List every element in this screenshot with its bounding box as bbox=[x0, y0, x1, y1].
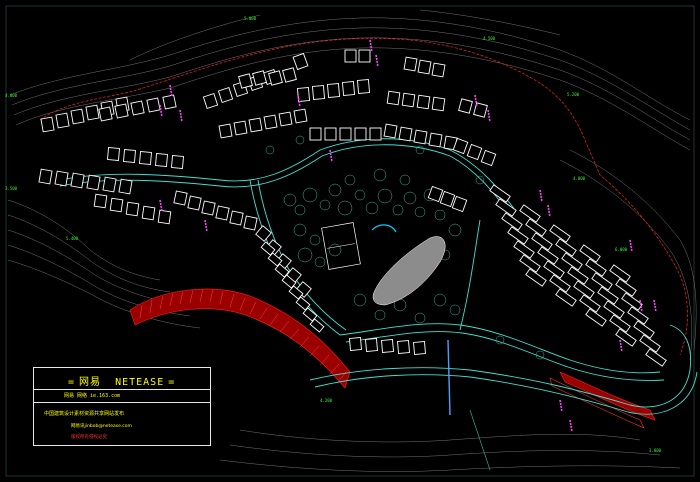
title-block-header: = 网易 NETEASE = bbox=[34, 368, 210, 390]
villa-footprint bbox=[98, 106, 113, 122]
villa-footprint bbox=[413, 129, 428, 145]
villa-footprint bbox=[473, 102, 488, 118]
elevation-label: 5.000 bbox=[244, 16, 257, 21]
villa-footprint bbox=[187, 195, 202, 211]
villa-footprint bbox=[398, 126, 413, 142]
villa-footprint bbox=[229, 210, 244, 226]
villa-footprint bbox=[86, 174, 101, 191]
villa-footprint bbox=[383, 123, 398, 139]
villa-footprint bbox=[173, 190, 188, 206]
villa-footprint bbox=[413, 341, 426, 355]
title-block-desc: 中国建筑设计素材资源共享网站发布 bbox=[44, 411, 125, 417]
villa-footprint bbox=[268, 70, 283, 86]
villa-footprint bbox=[201, 200, 216, 216]
elevation-label: 5.200 bbox=[567, 92, 580, 97]
villa-footprint bbox=[54, 170, 69, 187]
brand-cn: 网易 bbox=[79, 377, 102, 388]
villa-footprint bbox=[365, 338, 378, 352]
villa-footprint bbox=[278, 111, 293, 127]
villa-footprint bbox=[85, 104, 100, 121]
site-line: 网易 网络 ie.163.com bbox=[64, 393, 121, 399]
villa-footprint bbox=[109, 197, 124, 213]
villa-footprint bbox=[381, 339, 394, 353]
villa-footprint bbox=[341, 81, 356, 96]
villa-footprint bbox=[70, 108, 85, 125]
villa-footprint bbox=[282, 67, 297, 83]
villa-footprint bbox=[107, 147, 120, 161]
villa-footprint bbox=[162, 94, 177, 110]
villa-footprint bbox=[146, 97, 161, 113]
title-block: = 网易 NETEASE = 网易 网络 ie.163.com 中国建筑设计素材资源… bbox=[33, 367, 211, 446]
villa-footprint bbox=[428, 132, 443, 148]
villa-footprint bbox=[386, 90, 401, 106]
villa-footprint bbox=[431, 96, 446, 112]
elevation-label: 4.500 bbox=[483, 36, 496, 41]
villa-footprint bbox=[344, 49, 357, 63]
villa-footprint bbox=[171, 155, 184, 169]
brand-name: = 网易 NETEASE = bbox=[68, 377, 176, 388]
title-block-contact: 网易讯jinbob@netease.com bbox=[71, 424, 132, 429]
title-block-site-row: 网易 网络 ie.163.com bbox=[34, 390, 210, 403]
villa-footprint bbox=[40, 116, 55, 133]
villa-footprint bbox=[141, 205, 156, 221]
villa-footprint bbox=[358, 49, 371, 63]
villa-footprint bbox=[369, 127, 382, 141]
elevation-label: 3.800 bbox=[649, 448, 662, 453]
villa-footprint bbox=[70, 172, 85, 189]
villa-footprint bbox=[263, 114, 278, 130]
elevation-label: 4.000 bbox=[5, 93, 18, 98]
villa-footprint bbox=[309, 127, 322, 141]
villa-footprint bbox=[354, 127, 367, 141]
villa-footprint bbox=[293, 108, 308, 124]
villa-footprint bbox=[130, 100, 145, 116]
villa-footprint bbox=[324, 127, 337, 141]
villa-footprint bbox=[157, 209, 172, 225]
elevation-label: 4.800 bbox=[573, 176, 586, 181]
villa-footprint bbox=[416, 94, 431, 110]
villa-footprint bbox=[349, 337, 362, 351]
villa-footprint bbox=[458, 98, 473, 114]
villa-footprint bbox=[417, 59, 432, 75]
villa-footprint bbox=[155, 153, 168, 167]
villa-footprint bbox=[339, 127, 352, 141]
villa-footprint bbox=[397, 340, 410, 354]
villa-footprint bbox=[114, 103, 129, 119]
villa-footprint bbox=[38, 168, 53, 185]
elevation-label: 6.000 bbox=[615, 247, 628, 252]
villa-footprint bbox=[93, 193, 108, 209]
villa-footprint bbox=[311, 85, 326, 100]
villa-footprint bbox=[123, 149, 136, 163]
elevation-label: 5.400 bbox=[66, 236, 79, 241]
villa-footprint bbox=[218, 123, 233, 139]
elevation-label: 4.200 bbox=[320, 398, 333, 403]
villa-footprint bbox=[55, 112, 70, 129]
villa-footprint bbox=[215, 205, 230, 221]
villa-footprint bbox=[403, 56, 418, 72]
villa-footprint bbox=[431, 62, 446, 78]
villa-footprint bbox=[356, 79, 371, 94]
brand-en: NETEASE bbox=[115, 377, 165, 388]
villa-footprint bbox=[139, 151, 152, 165]
villa-footprint bbox=[125, 201, 140, 217]
villa-footprint bbox=[118, 178, 133, 195]
villa-footprint bbox=[326, 83, 341, 98]
villa-footprint bbox=[233, 120, 248, 136]
title-block-copyright: 版权所有侵权必究 bbox=[71, 435, 107, 440]
villa-footprint bbox=[243, 215, 258, 231]
villa-footprint bbox=[102, 176, 117, 193]
villa-footprint bbox=[401, 92, 416, 108]
elevation-label: 3.500 bbox=[5, 186, 18, 191]
villa-footprint bbox=[248, 117, 263, 133]
